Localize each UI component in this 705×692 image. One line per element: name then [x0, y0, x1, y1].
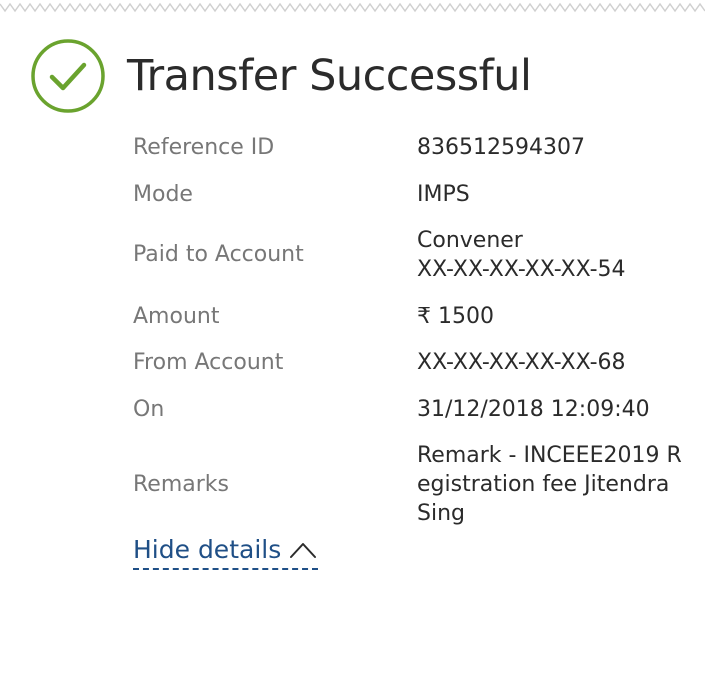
- mode-value-line: IMPS: [417, 182, 470, 207]
- reference-id-value: 836512594307: [417, 133, 693, 162]
- hide-details-toggle[interactable]: Hide details: [133, 534, 319, 570]
- from-account-label: From Account: [133, 350, 284, 375]
- page-title: Transfer Successful: [127, 50, 532, 101]
- header: Transfer Successful: [30, 38, 532, 114]
- transfer-receipt-card: Transfer Successful Reference ID 8365125…: [0, 0, 705, 692]
- from-account-value: XX-XX-XX-XX-XX-68: [417, 348, 693, 377]
- zigzag-top-edge: [0, 2, 705, 13]
- check-circle-icon: [31, 39, 105, 113]
- paid-to-account-number: XX-XX-XX-XX-XX-54: [417, 257, 626, 282]
- reference-id-value-line: 836512594307: [417, 135, 585, 160]
- on-label: On: [133, 397, 165, 422]
- mode-label: Mode: [133, 182, 193, 207]
- paid-to-account-value: Convener XX-XX-XX-XX-XX-54: [417, 226, 693, 284]
- on-value: 31/12/2018 12:09:40: [417, 395, 693, 424]
- mode-value: IMPS: [417, 180, 693, 209]
- amount-value: ₹ 1500: [417, 302, 693, 331]
- chevron-up-icon: [290, 543, 317, 558]
- remarks-value-line-3: Sing: [417, 501, 465, 526]
- reference-id-label: Reference ID: [133, 135, 275, 160]
- paid-to-account-label: Paid to Account: [133, 242, 304, 267]
- from-account-value-line: XX-XX-XX-XX-XX-68: [417, 350, 626, 375]
- hide-details-label: Hide details: [133, 535, 282, 564]
- remarks-value: Remark - INCEEE2019 R egistration fee Ji…: [417, 441, 693, 528]
- remarks-value-line-2: egistration fee Jitendra: [417, 472, 670, 497]
- remarks-label: Remarks: [133, 472, 229, 497]
- amount-value-line: ₹ 1500: [417, 304, 494, 329]
- remarks-value-line-1: Remark - INCEEE2019 R: [417, 443, 682, 468]
- paid-to-account-name: Convener: [417, 228, 523, 253]
- on-value-line: 31/12/2018 12:09:40: [417, 397, 650, 422]
- amount-label: Amount: [133, 304, 220, 329]
